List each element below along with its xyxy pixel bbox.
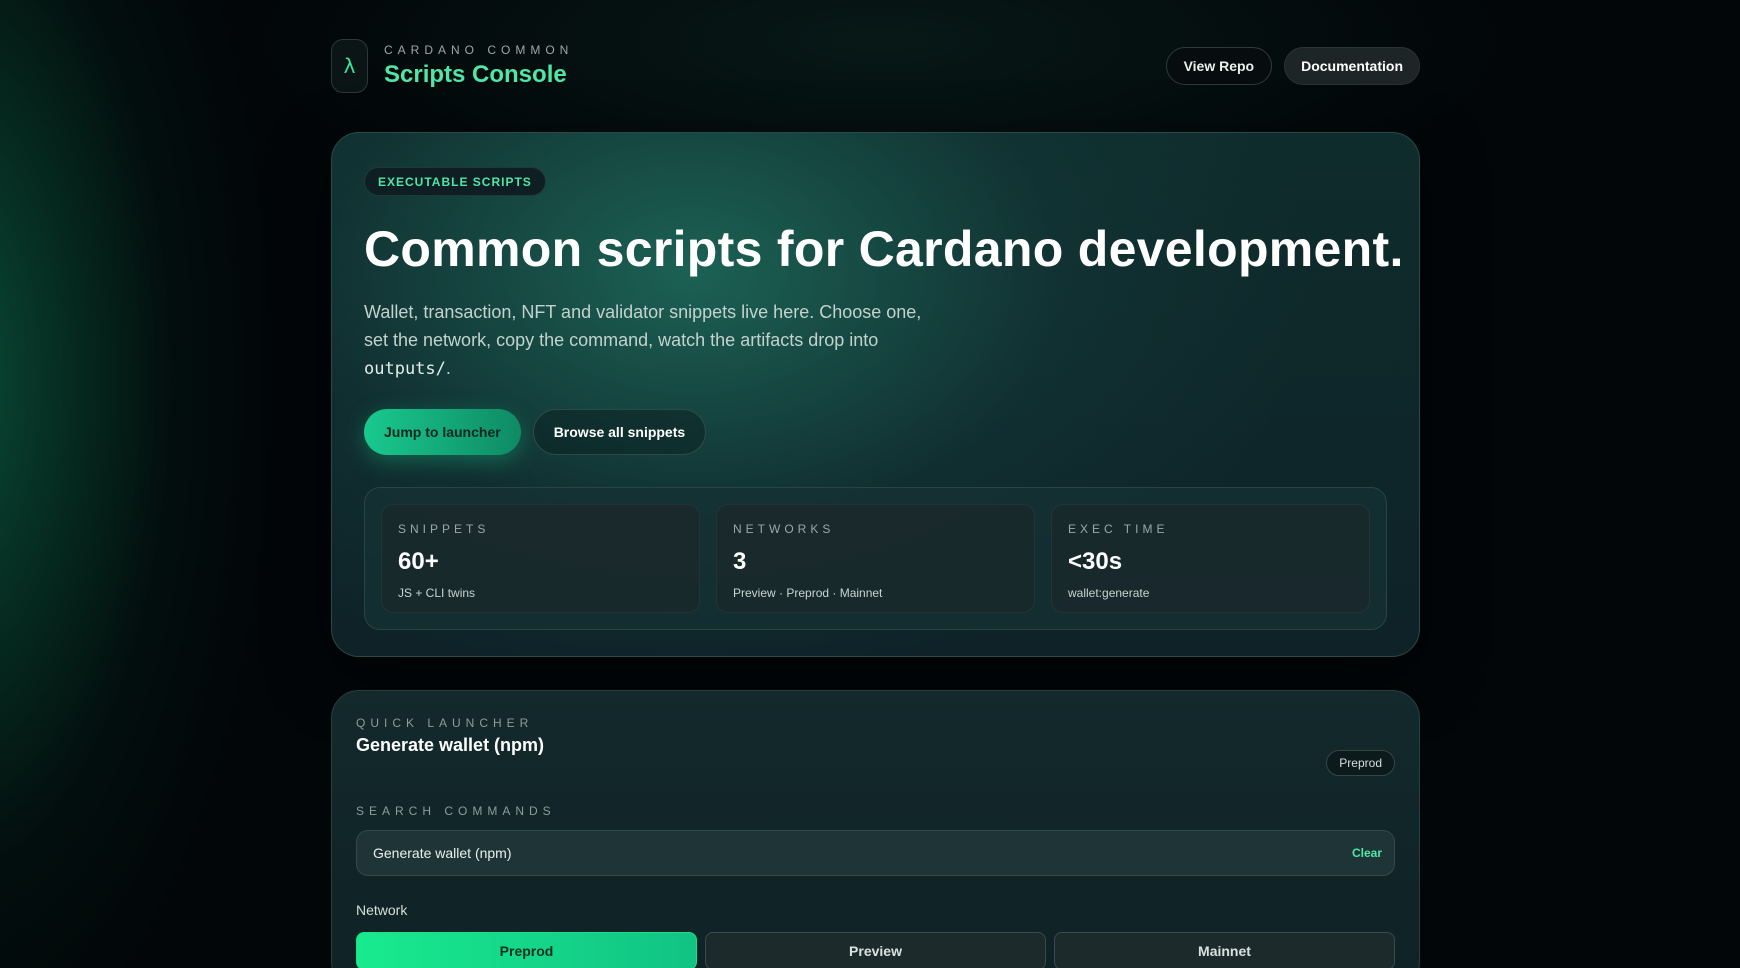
lambda-logo-icon: λ: [331, 39, 368, 93]
hero-title: Common scripts for Cardano development.: [364, 221, 1404, 277]
stat-value: <30s: [1068, 548, 1123, 575]
stat-label: NETWORKS: [733, 522, 835, 536]
network-tab-mainnet[interactable]: Mainnet: [1054, 932, 1395, 968]
stat-label: SNIPPETS: [398, 522, 490, 536]
hero-card: EXECUTABLE SCRIPTS Common scripts for Ca…: [331, 132, 1420, 657]
quick-launcher-card: QUICK LAUNCHER Generate wallet (npm) Pre…: [331, 690, 1420, 968]
browse-snippets-button[interactable]: Browse all snippets: [532, 409, 707, 455]
hero-description-end: .: [445, 358, 451, 378]
brand[interactable]: λ CARDANO COMMON Scripts Console: [331, 39, 573, 93]
stat-value: 60+: [398, 548, 439, 575]
launcher-title: Generate wallet (npm): [356, 735, 545, 755]
stat-sub: wallet:generate: [1068, 586, 1150, 600]
view-repo-button[interactable]: View Repo: [1165, 47, 1273, 85]
search-input[interactable]: [373, 845, 1352, 861]
stat-sub: JS + CLI twins: [398, 586, 476, 600]
network-tabs: Preprod Preview Mainnet: [356, 932, 1395, 968]
stat-exec-time: EXEC TIME <30s wallet:generate: [1051, 504, 1370, 613]
hero-description: Wallet, transaction, NFT and validator s…: [364, 298, 944, 383]
stats-panel: SNIPPETS 60+ JS + CLI twins NETWORKS 3 P…: [364, 487, 1387, 630]
brand-text: CARDANO COMMON Scripts Console: [384, 43, 573, 89]
launcher-heading: QUICK LAUNCHER Generate wallet (npm): [356, 716, 544, 756]
launcher-header: QUICK LAUNCHER Generate wallet (npm) Pre…: [356, 716, 1395, 776]
executable-scripts-pill: EXECUTABLE SCRIPTS: [364, 167, 546, 196]
network-tab-preprod[interactable]: Preprod: [356, 932, 697, 968]
stat-networks: NETWORKS 3 Preview · Preprod · Mainnet: [716, 504, 1035, 613]
hero-description-text: Wallet, transaction, NFT and validator s…: [364, 302, 922, 350]
brand-eyebrow: CARDANO COMMON: [384, 43, 574, 57]
clear-button[interactable]: Clear: [1352, 846, 1382, 860]
header-actions: View Repo Documentation: [1165, 47, 1420, 85]
network-tab-preview[interactable]: Preview: [705, 932, 1046, 968]
stat-sub: Preview · Preprod · Mainnet: [733, 586, 883, 600]
brand-title: Scripts Console: [384, 61, 567, 88]
search-label: SEARCH COMMANDS: [356, 804, 556, 818]
stat-snippets: SNIPPETS 60+ JS + CLI twins: [381, 504, 700, 613]
network-label: Network: [356, 902, 408, 918]
stat-value: 3: [733, 548, 747, 575]
hero-actions: Jump to launcher Browse all snippets: [364, 409, 1387, 455]
stat-label: EXEC TIME: [1068, 522, 1169, 536]
outputs-code: outputs/: [364, 359, 446, 379]
network-badge: Preprod: [1326, 750, 1395, 776]
launcher-eyebrow: QUICK LAUNCHER: [356, 716, 534, 730]
header: λ CARDANO COMMON Scripts Console View Re…: [331, 38, 1420, 94]
documentation-button[interactable]: Documentation: [1284, 47, 1420, 85]
search-box: Clear: [356, 830, 1395, 876]
jump-to-launcher-button[interactable]: Jump to launcher: [364, 409, 521, 455]
